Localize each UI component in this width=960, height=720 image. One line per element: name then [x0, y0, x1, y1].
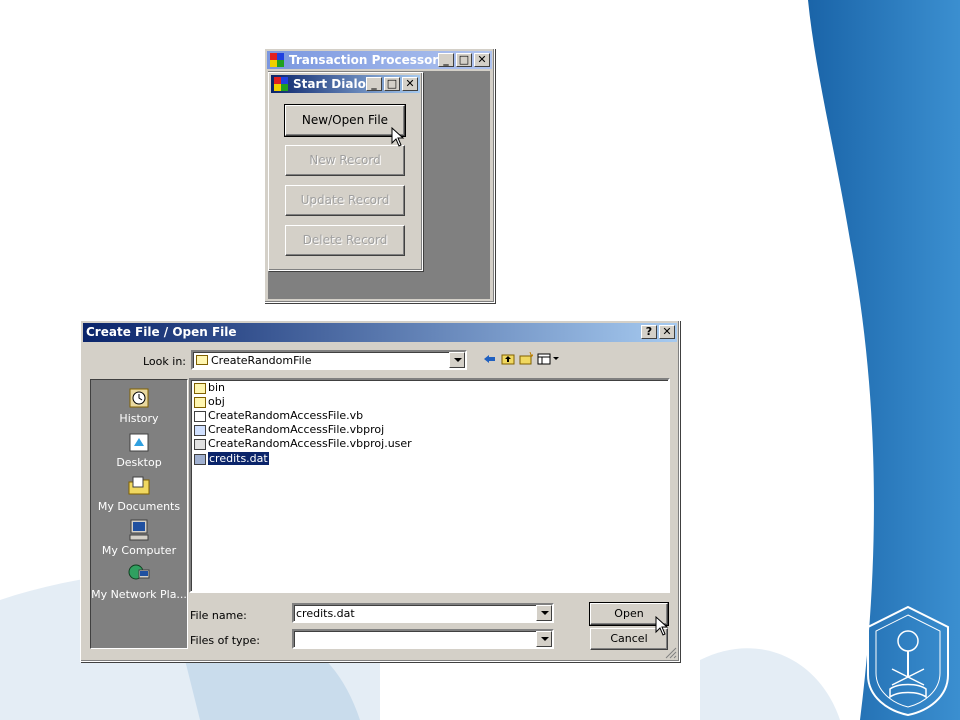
look-in-value: CreateRandomFile	[211, 354, 312, 367]
file-name-combo[interactable]: credits.dat	[292, 603, 554, 623]
place-my-computer[interactable]: My Computer	[91, 518, 187, 557]
list-item[interactable]: CreateRandomAccessFile.vbproj	[194, 423, 384, 437]
mouse-cursor-icon	[391, 127, 405, 147]
my-documents-icon	[128, 476, 150, 495]
dat-file-icon	[194, 453, 206, 465]
list-item[interactable]: CreateRandomAccessFile.vbproj.user	[194, 437, 412, 451]
place-history[interactable]: History	[91, 386, 187, 425]
history-icon	[129, 388, 149, 408]
university-emblem-logo	[867, 605, 949, 717]
start-dialog-title: Start Dialog	[293, 77, 375, 91]
maximize-button[interactable]: □	[456, 53, 472, 67]
start-dialog-window: Start Dialog _ □ ✕ New/Open File New Rec…	[268, 72, 423, 271]
my-computer-icon	[129, 519, 149, 541]
files-of-type-label: Files of type:	[190, 634, 261, 647]
vb-file-icon	[194, 410, 206, 422]
transaction-processor-title: Transaction Processor	[289, 53, 439, 67]
look-in-label: Look in:	[143, 355, 186, 368]
desktop-icon	[129, 433, 149, 452]
mouse-cursor-icon	[655, 616, 669, 636]
chevron-down-icon[interactable]	[536, 605, 552, 621]
new-folder-icon[interactable]	[519, 352, 533, 365]
start-dialog-titlebar[interactable]: Start Dialog _ □ ✕	[271, 75, 420, 93]
new-open-file-button[interactable]: New/Open File	[284, 104, 406, 137]
app-icon	[274, 77, 288, 91]
user-file-icon	[194, 438, 206, 450]
list-item-selected[interactable]: credits.dat	[194, 452, 269, 466]
place-label: My Computer	[101, 544, 177, 557]
place-label: History	[119, 412, 159, 425]
up-folder-icon[interactable]	[501, 352, 515, 365]
chevron-down-icon[interactable]	[536, 631, 552, 647]
file-dialog-window: Create File / Open File ? ✕ Look in: Cre…	[80, 320, 680, 662]
place-desktop[interactable]: Desktop	[91, 430, 187, 469]
list-item[interactable]: obj	[194, 395, 225, 409]
folder-icon	[196, 355, 208, 365]
update-record-button[interactable]: Update Record	[285, 185, 405, 216]
file-name-label: File name:	[190, 609, 247, 622]
file-dialog-titlebar[interactable]: Create File / Open File ? ✕	[83, 323, 677, 342]
file-list[interactable]: bin obj CreateRandomAccessFile.vb Create…	[189, 378, 670, 593]
list-item[interactable]: CreateRandomAccessFile.vb	[194, 409, 363, 423]
look-in-combo[interactable]: CreateRandomFile	[191, 350, 467, 370]
place-network[interactable]: My Network Pla...	[91, 562, 187, 601]
vbproj-file-icon	[194, 424, 206, 436]
list-item[interactable]: bin	[194, 381, 225, 395]
transaction-processor-titlebar[interactable]: Transaction Processor _ □ ✕	[267, 51, 492, 69]
files-of-type-combo[interactable]	[292, 629, 554, 649]
place-label: My Network Pla...	[91, 588, 187, 601]
place-label: Desktop	[116, 456, 162, 469]
close-button[interactable]: ✕	[474, 53, 490, 67]
app-icon	[270, 53, 284, 67]
folder-icon	[194, 382, 206, 394]
maximize-button[interactable]: □	[384, 77, 400, 91]
file-name-input[interactable]: credits.dat	[296, 607, 355, 620]
folder-icon	[194, 396, 206, 408]
delete-record-button[interactable]: Delete Record	[285, 225, 405, 256]
minimize-button[interactable]: _	[438, 53, 454, 67]
resize-grip-icon[interactable]	[665, 647, 677, 659]
file-dialog-title: Create File / Open File	[86, 325, 237, 339]
new-record-button[interactable]: New Record	[285, 145, 405, 176]
places-bar: History Desktop My Documents My Computer…	[90, 379, 188, 649]
help-button[interactable]: ?	[641, 325, 657, 339]
place-my-documents[interactable]: My Documents	[91, 474, 187, 513]
minimize-button[interactable]: _	[366, 77, 382, 91]
place-label: My Documents	[97, 500, 181, 513]
back-arrow-icon[interactable]	[483, 353, 497, 365]
close-button[interactable]: ✕	[659, 325, 675, 339]
chevron-down-icon[interactable]	[449, 352, 465, 368]
close-button[interactable]: ✕	[402, 77, 418, 91]
view-menu-icon[interactable]	[537, 352, 561, 365]
network-places-icon	[128, 564, 150, 580]
